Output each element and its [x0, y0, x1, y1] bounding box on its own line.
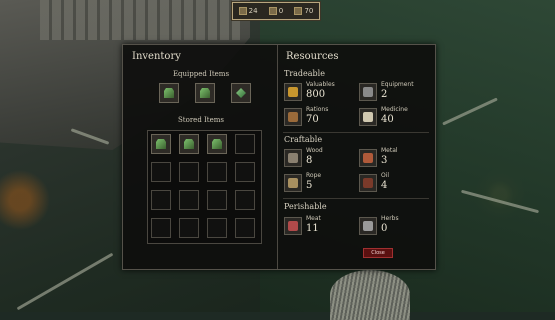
stored-slot[interactable] [151, 162, 171, 182]
resources-column: Resources Tradeable Valuables 800 Equipm… [279, 45, 433, 269]
resource-oil: Oil 4 [359, 172, 429, 194]
resource-herbs: Herbs 0 [359, 215, 429, 237]
inventory-title: Inventory [132, 51, 181, 62]
craftable-label: Craftable [284, 135, 323, 144]
stored-slot[interactable] [151, 134, 171, 154]
medicine-icon [363, 112, 373, 122]
section-divider [283, 132, 429, 133]
equipment-icon [363, 87, 373, 97]
stored-slot[interactable] [151, 190, 171, 210]
stored-slot[interactable] [235, 162, 255, 182]
gear-icon [268, 7, 277, 15]
resource-equipment: Equipment 2 [359, 81, 429, 103]
item-icon [156, 139, 166, 149]
stored-slot[interactable] [151, 218, 171, 238]
thatched-hut [330, 270, 410, 320]
resource-valuables: Valuables 800 [284, 81, 354, 103]
metal-icon [363, 153, 373, 163]
resource-metal: Metal 3 [359, 147, 429, 169]
equipped-items-label: Equipped Items [172, 70, 230, 78]
stored-slot[interactable] [207, 134, 227, 154]
inventory-column: Inventory Equipped Items Stored Items [125, 45, 278, 269]
stored-slot[interactable] [207, 162, 227, 182]
coin-icon [238, 7, 247, 15]
meat-icon [288, 221, 298, 231]
weapon-icon [200, 88, 210, 98]
resource-bar: 24 0 70 [232, 2, 320, 20]
food-icon [294, 7, 303, 15]
stored-slot[interactable] [235, 190, 255, 210]
equipped-slot-2[interactable] [195, 83, 215, 103]
stored-slot[interactable] [179, 218, 199, 238]
debris [16, 252, 114, 311]
trinket-icon [236, 88, 246, 98]
stored-slot[interactable] [207, 190, 227, 210]
item-icon [184, 139, 194, 149]
armor-icon [164, 88, 174, 98]
stored-slot[interactable] [179, 162, 199, 182]
resource-bar-value: 24 [248, 7, 258, 15]
section-divider [283, 198, 429, 199]
item-icon [212, 139, 222, 149]
rations-icon [288, 112, 298, 122]
stored-slot[interactable] [179, 190, 199, 210]
herbs-icon [363, 221, 373, 231]
wood-icon [288, 153, 298, 163]
fortress-battlement [40, 0, 240, 40]
resources-title: Resources [286, 51, 339, 62]
tradeable-label: Tradeable [284, 69, 325, 78]
inventory-resources-panel: Inventory Equipped Items Stored Items Re… [122, 44, 436, 270]
stored-slot[interactable] [179, 134, 199, 154]
resource-bar-value: 0 [278, 7, 284, 15]
stored-slot[interactable] [207, 218, 227, 238]
close-button[interactable]: Close [363, 248, 393, 258]
resource-bar-value: 70 [304, 7, 314, 15]
valuables-icon [288, 87, 298, 97]
resource-wood: Wood 8 [284, 147, 354, 169]
oil-icon [363, 178, 373, 188]
resource-medicine: Medicine 40 [359, 106, 429, 128]
stored-items-label: Stored Items [178, 116, 224, 124]
resource-rope: Rope 5 [284, 172, 354, 194]
equipped-slot-3[interactable] [231, 83, 251, 103]
equipped-slot-1[interactable] [159, 83, 179, 103]
rope-icon [288, 178, 298, 188]
resource-rations: Rations 70 [284, 106, 354, 128]
resource-meat: Meat 11 [284, 215, 354, 237]
perishable-label: Perishable [284, 202, 327, 211]
stored-slot[interactable] [235, 218, 255, 238]
stored-slot[interactable] [235, 134, 255, 154]
